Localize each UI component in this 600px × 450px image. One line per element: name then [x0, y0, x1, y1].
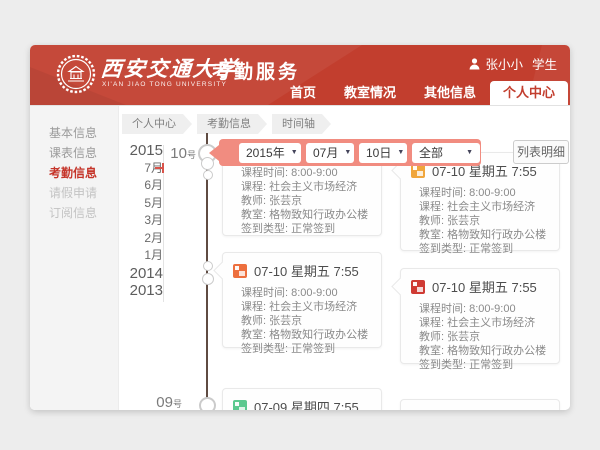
user-info[interactable]: 张小小 学生 — [469, 54, 557, 73]
card-header: 07-10 星期五 7:55 — [233, 261, 371, 280]
card-field: 教室: 格物致知行政办公楼 — [241, 208, 371, 222]
card-field: 教师: 张芸京 — [419, 214, 549, 228]
status-icon — [411, 280, 425, 294]
card-field: 课程时间: 8:00-9:00 — [419, 302, 549, 316]
mini-timeline-current-marker-tick — [162, 163, 164, 173]
sidebar-item-attendance-info[interactable]: 考勤信息 — [30, 163, 118, 183]
sidebar-item-leave-request[interactable]: 请假申请 — [30, 183, 118, 203]
card-field: 教室: 格物致知行政办公楼 — [419, 344, 549, 358]
card-field: 课程: 社会主义市场经济 — [241, 300, 371, 314]
breadcrumb-personal-center[interactable]: 个人中心 — [122, 114, 192, 134]
app-header: 西安交通大学 XI'AN JIAO TONG UNIVERSITY 考勤服务 张… — [30, 45, 570, 105]
timeline-node[interactable] — [203, 170, 213, 180]
attendance-card[interactable]: 07-10 星期五 7:55 课程时间: 8:00-9:00课程: 社会主义市场经… — [222, 252, 382, 348]
status-icon — [233, 264, 247, 278]
date-filter-bubble: 2015年▼ 07月▼ 10日▼ 全部▼ — [219, 139, 481, 166]
breadcrumb-attendance-info[interactable]: 考勤信息 — [197, 114, 267, 134]
year-dropdown[interactable]: 2015年▼ — [239, 143, 301, 163]
card-header: 07-09 星期四 7:55 — [233, 397, 371, 410]
card-field: 课程: 社会主义市场经济 — [241, 180, 371, 194]
list-detail-button[interactable]: 列表明细 — [513, 140, 569, 164]
card-field: 课程: 社会主义市场经济 — [419, 316, 549, 330]
chevron-down-icon: ▼ — [344, 149, 351, 156]
mini-timeline-item[interactable]: 2015 — [118, 142, 163, 160]
mini-timeline-item[interactable]: 2014 — [118, 265, 163, 283]
nav-other-info[interactable]: 其他信息 — [410, 81, 490, 105]
mini-timeline-item[interactable]: 3月 — [118, 212, 163, 230]
mini-timeline-item[interactable]: 6月 — [118, 177, 163, 195]
type-dropdown[interactable]: 全部▼ — [412, 143, 480, 163]
timeline-node[interactable] — [199, 397, 216, 410]
breadcrumb-timeline[interactable]: 时间轴 — [272, 114, 331, 134]
nav-personal-center[interactable]: 个人中心 — [490, 81, 568, 105]
attendance-card[interactable]: 07-10 星期五 7:55 课程时间: 8:00-9:00课程: 社会主义市场经… — [400, 268, 560, 364]
app-window: 西安交通大学 XI'AN JIAO TONG UNIVERSITY 考勤服务 张… — [30, 45, 570, 410]
sidebar-item-subscription-info[interactable]: 订阅信息 — [30, 203, 118, 223]
card-field: 课程: 社会主义市场经济 — [419, 200, 549, 214]
breadcrumb: 个人中心考勤信息时间轴 — [122, 114, 331, 134]
mini-timeline-item[interactable]: 2月 — [118, 230, 163, 248]
month-dropdown[interactable]: 07月▼ — [306, 143, 354, 163]
top-nav: 首页教室情况其他信息个人中心 — [276, 81, 568, 105]
timeline-node[interactable] — [202, 273, 214, 285]
day-marker-09: 09号 — [152, 394, 182, 410]
mini-timeline-nav: 20157月6月5月3月2月1月20142013 — [118, 142, 163, 300]
day-marker-10: 10号 — [166, 145, 196, 162]
app-title: 考勤服务 — [212, 57, 300, 84]
card-field: 教室: 格物致知行政办公楼 — [419, 228, 549, 242]
attendance-card[interactable] — [400, 399, 560, 410]
mini-timeline-item[interactable]: 2013 — [118, 282, 163, 300]
person-icon — [469, 58, 480, 70]
sidebar: 基本信息课表信息考勤信息请假申请订阅信息 — [30, 106, 119, 410]
university-name-en: XI'AN JIAO TONG UNIVERSITY — [102, 81, 227, 88]
mini-timeline-item[interactable]: 1月 — [118, 247, 163, 265]
chevron-down-icon: ▼ — [291, 149, 298, 156]
sidebar-item-schedule-info[interactable]: 课表信息 — [30, 143, 118, 163]
card-field: 教师: 张芸京 — [241, 314, 371, 328]
user-role: 学生 — [532, 54, 557, 73]
card-field: 课程时间: 8:00-9:00 — [419, 186, 549, 200]
sidebar-item-basic-info[interactable]: 基本信息 — [30, 123, 118, 143]
card-field: 教师: 张芸京 — [419, 330, 549, 344]
card-field: 签到类型: 正常签到 — [241, 222, 371, 236]
user-name: 张小小 — [485, 54, 523, 73]
status-icon — [233, 400, 247, 411]
attendance-card[interactable]: 07-10 星期五 7:55课程时间: 8:00-9:00课程: 社会主义市场经… — [400, 152, 560, 251]
nav-home[interactable]: 首页 — [276, 81, 330, 105]
card-field: 课程时间: 8:00-9:00 — [241, 286, 371, 300]
attendance-app: 西安交通大学 XI'AN JIAO TONG UNIVERSITY 考勤服务 张… — [0, 0, 600, 450]
mini-timeline-item[interactable]: 5月 — [118, 195, 163, 213]
card-date-label: 07-10 星期五 7:55 — [254, 261, 359, 280]
card-field: 签到类型: 正常签到 — [419, 242, 549, 256]
university-logo-icon — [56, 54, 96, 94]
card-field: 签到类型: 正常签到 — [241, 342, 371, 356]
card-date-label: 07-10 星期五 7:55 — [432, 277, 537, 296]
nav-classroom-status[interactable]: 教室情况 — [330, 81, 410, 105]
card-header: 07-10 星期五 7:55 — [411, 277, 549, 296]
chevron-down-icon: ▼ — [466, 149, 473, 156]
card-field: 签到类型: 正常签到 — [419, 358, 549, 372]
card-field: 课程时间: 8:00-9:00 — [241, 166, 371, 180]
card-date-label: 07-09 星期四 7:55 — [254, 397, 359, 410]
chevron-down-icon: ▼ — [397, 149, 404, 156]
card-field: 教师: 张芸京 — [241, 194, 371, 208]
card-field: 教室: 格物致知行政办公楼 — [241, 328, 371, 342]
timeline-node[interactable] — [203, 261, 213, 271]
day-dropdown[interactable]: 10日▼ — [359, 143, 407, 163]
attendance-card[interactable]: 07-09 星期四 7:55 — [222, 388, 382, 410]
